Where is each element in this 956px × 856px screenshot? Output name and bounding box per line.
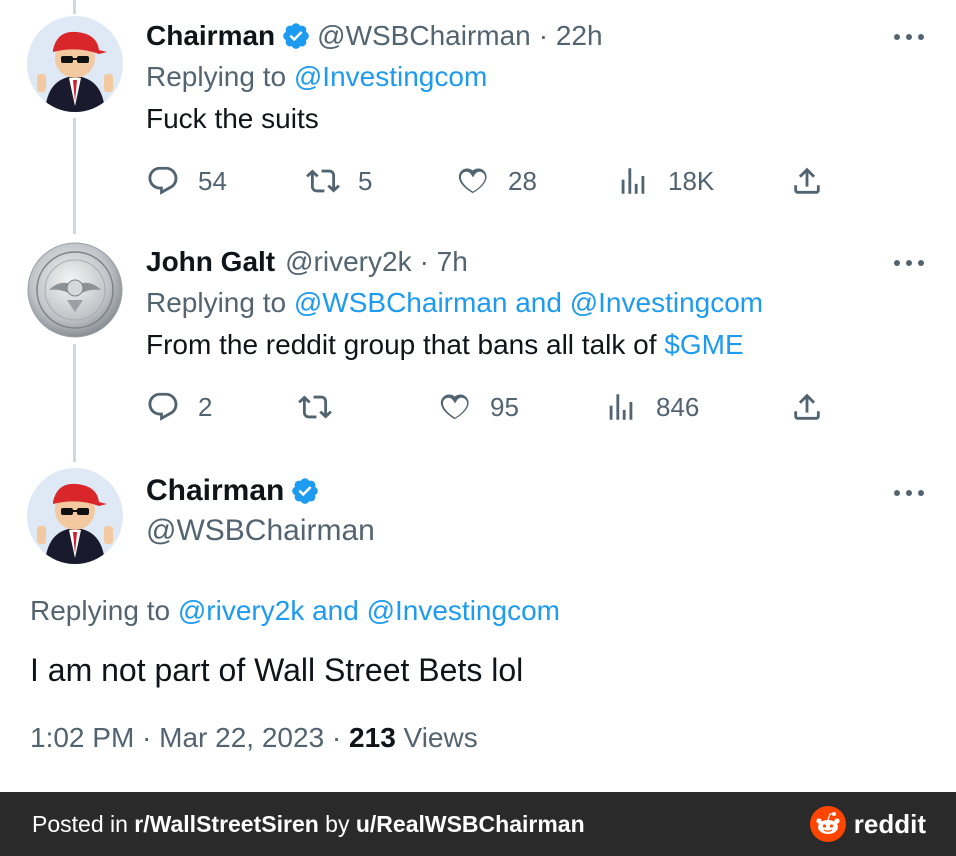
avatar[interactable] [27, 468, 123, 564]
reply-icon [148, 392, 178, 421]
replying-to: Replying to @WSBChairman and @Investingc… [146, 287, 764, 318]
main-author-row: Chairman [146, 474, 326, 508]
reply-count: 54 [198, 165, 227, 196]
views-button[interactable]: 846 [604, 390, 699, 424]
author-handle[interactable]: @WSBChairman [317, 18, 531, 54]
subreddit-link[interactable]: r/WallStreetSiren [134, 811, 318, 837]
tweet-header: John Galt @rivery2k · 7h [146, 244, 468, 280]
replying-to: Replying to @Investingcom [146, 61, 488, 92]
tweet-text: I am not part of Wall Street Bets lol [30, 652, 524, 688]
thread-line-2 [73, 344, 76, 462]
reply-count: 2 [198, 391, 213, 422]
retweet-button[interactable]: 5 [306, 164, 372, 198]
share-button[interactable] [790, 164, 824, 198]
avatar[interactable] [27, 16, 123, 112]
like-icon [458, 168, 487, 194]
retweet-button[interactable] [298, 390, 350, 424]
author-name[interactable]: Chairman [146, 474, 284, 508]
more-icon[interactable] [894, 32, 924, 42]
posted-in-text: Posted in r/WallStreetSiren by u/RealWSB… [32, 810, 585, 837]
reply-icon [148, 166, 178, 195]
author-name[interactable]: John Galt [146, 244, 275, 280]
replying-to-link[interactable]: @Investingcom [294, 61, 487, 92]
like-button[interactable]: 28 [456, 164, 537, 198]
retweet-icon [306, 169, 340, 193]
user-link[interactable]: u/RealWSBChairman [356, 811, 585, 837]
views-count: 213 [349, 722, 396, 753]
views-icon [609, 394, 633, 420]
replying-to-link[interactable]: @WSBChairman and @Investingcom [294, 287, 763, 318]
replying-to: Replying to @rivery2k and @Investingcom [30, 595, 560, 626]
views-label: Views [395, 722, 478, 753]
replying-to-link[interactable]: @rivery2k and @Investingcom [178, 595, 560, 626]
retweet-count: 5 [358, 165, 373, 196]
reddit-logo-icon [809, 806, 846, 842]
share-icon [794, 393, 820, 420]
tweet-time[interactable]: · 7h [420, 244, 468, 280]
author-handle[interactable]: @rivery2k [285, 244, 411, 280]
reddit-brand[interactable]: reddit [809, 806, 926, 842]
tweet-time[interactable]: · 22h [539, 18, 603, 54]
author-handle[interactable]: @WSBChairman [146, 514, 375, 548]
tweet-text: Fuck the suits [146, 103, 319, 134]
views-count: 18K [668, 165, 715, 196]
thread-line-top [73, 0, 76, 14]
like-count: 28 [508, 165, 537, 196]
tweet-meta: 1:02 PM · Mar 22, 2023 · 213 Views [30, 722, 478, 754]
retweet-icon [298, 395, 332, 419]
tweet-timestamp[interactable]: 1:02 PM · Mar 22, 2023 · [30, 722, 349, 753]
views-icon [621, 168, 645, 194]
views-count: 846 [656, 391, 700, 422]
author-name[interactable]: Chairman [146, 18, 275, 54]
verified-badge-icon [292, 478, 319, 504]
thread-line-1 [73, 118, 76, 234]
cashtag-link[interactable]: $GME [664, 329, 743, 360]
reply-button[interactable]: 54 [146, 164, 227, 198]
like-count: 95 [490, 391, 519, 422]
reddit-footer: Posted in r/WallStreetSiren by u/RealWSB… [0, 792, 956, 856]
tweet-header: Chairman @WSBChairman · 22h [146, 18, 603, 54]
verified-badge-icon [283, 23, 309, 49]
like-icon [440, 394, 469, 420]
more-icon[interactable] [894, 258, 924, 268]
share-icon [794, 167, 820, 194]
like-button[interactable]: 95 [438, 390, 519, 424]
tweet-text: From the reddit group that bans all talk… [146, 329, 744, 360]
reddit-wordmark: reddit [853, 808, 926, 839]
views-button[interactable]: 18K [616, 164, 714, 198]
avatar[interactable] [27, 242, 123, 338]
share-button[interactable] [790, 390, 824, 424]
reply-button[interactable]: 2 [146, 390, 212, 424]
more-icon[interactable] [894, 488, 924, 498]
